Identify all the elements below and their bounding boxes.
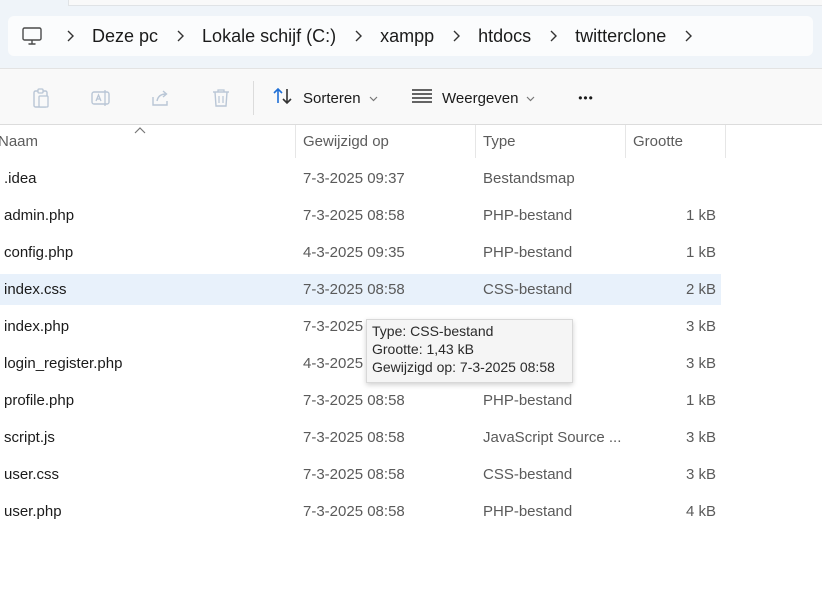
column-divider[interactable]	[475, 125, 476, 158]
file-size: 1 kB	[685, 244, 716, 261]
file-row[interactable]: script.js 7-3-2025 08:58 JavaScript Sour…	[0, 422, 822, 459]
sort-label: Sorteren	[303, 89, 361, 107]
file-type: JavaScript Source ...	[483, 429, 622, 446]
file-size: 1 kB	[685, 392, 716, 409]
file-modified: 7-3-2025 08:58	[303, 466, 405, 483]
file-size: 3 kB	[685, 318, 716, 335]
file-name: index.css	[4, 281, 67, 298]
file-type: PHP-bestand	[483, 392, 573, 409]
file-name: login_register.php	[4, 355, 123, 372]
breadcrumb-item-deze-pc[interactable]: Deze pc	[84, 16, 166, 56]
chevron-right-icon[interactable]	[674, 16, 702, 56]
column-divider[interactable]	[295, 125, 296, 158]
file-type: PHP-bestand	[483, 503, 573, 520]
column-header-row: Naam Gewijzigd op Type Grootte	[0, 125, 822, 158]
file-name: admin.php	[4, 207, 75, 224]
tab-strip-edge	[68, 0, 822, 6]
more-options-button[interactable]: •••	[572, 81, 600, 115]
paste-icon[interactable]	[21, 81, 61, 115]
chevron-down-icon	[369, 89, 378, 107]
address-bar[interactable]: Deze pc Lokale schijf (C:) xampp htdocs …	[8, 16, 813, 56]
chevron-right-icon[interactable]	[56, 16, 84, 56]
computer-icon[interactable]	[8, 16, 56, 56]
sort-arrows-icon	[272, 86, 294, 111]
title-area: Deze pc Lokale schijf (C:) xampp htdocs …	[0, 0, 822, 68]
file-size: 4 kB	[685, 503, 716, 520]
file-row[interactable]: profile.php 7-3-2025 08:58 PHP-bestand 1…	[0, 385, 822, 422]
column-header-size[interactable]: Grootte	[633, 125, 723, 158]
file-modified: 7-3-2025 09:37	[303, 170, 405, 187]
breadcrumb-item-lokale-schijf[interactable]: Lokale schijf (C:)	[194, 16, 344, 56]
column-header-modified[interactable]: Gewijzigd op	[303, 125, 473, 158]
file-size: 2 kB	[685, 281, 716, 298]
file-name: profile.php	[4, 392, 75, 409]
file-modified: 7-3-2025 08:58	[303, 281, 405, 298]
file-modified: 7-3-2025 08:58	[303, 207, 405, 224]
view-lines-icon	[411, 88, 433, 109]
delete-icon[interactable]	[201, 81, 241, 115]
file-row[interactable]: user.php 7-3-2025 08:58 PHP-bestand 4 kB	[0, 496, 822, 533]
file-modified: 7-3-2025 08:58	[303, 392, 405, 409]
column-divider[interactable]	[725, 125, 726, 158]
tooltip-modified: Gewijzigd op: 7-3-2025 08:58	[372, 359, 555, 375]
chevron-right-icon[interactable]	[166, 16, 194, 56]
column-divider[interactable]	[625, 125, 626, 158]
file-name: config.php	[4, 244, 74, 261]
file-type: CSS-bestand	[483, 281, 573, 298]
file-modified: 7-3-2025	[303, 318, 364, 335]
file-size: 3 kB	[685, 429, 716, 446]
chevron-right-icon[interactable]	[442, 16, 470, 56]
file-size: 3 kB	[685, 466, 716, 483]
tooltip-size: Grootte: 1,43 kB	[372, 341, 474, 357]
file-name: user.php	[4, 503, 62, 520]
view-button[interactable]: Weergeven	[411, 81, 535, 115]
file-modified: 4-3-2025	[303, 355, 364, 372]
breadcrumb-item-xampp[interactable]: xampp	[372, 16, 442, 56]
file-size: 1 kB	[685, 207, 716, 224]
file-info-tooltip: Type: CSS-bestand Grootte: 1,43 kB Gewij…	[366, 319, 573, 383]
more-options-icon: •••	[578, 91, 594, 105]
column-header-type[interactable]: Type	[483, 125, 623, 158]
file-row[interactable]: admin.php 7-3-2025 08:58 PHP-bestand 1 k…	[0, 200, 822, 237]
command-bar: Sorteren Weergeven •••	[0, 68, 822, 125]
file-size: 3 kB	[685, 355, 716, 372]
file-row[interactable]: config.php 4-3-2025 09:35 PHP-bestand 1 …	[0, 237, 822, 274]
file-type: CSS-bestand	[483, 466, 573, 483]
chevron-down-icon	[526, 89, 535, 107]
file-name: .idea	[4, 170, 37, 187]
file-row-hovered[interactable]: index.css 7-3-2025 08:58 CSS-bestand 2 k…	[0, 274, 822, 311]
view-label: Weergeven	[442, 89, 519, 107]
file-type: Bestandsmap	[483, 170, 575, 187]
sort-button[interactable]: Sorteren	[272, 81, 378, 115]
file-row[interactable]: user.css 7-3-2025 08:58 CSS-bestand 3 kB	[0, 459, 822, 496]
breadcrumb-item-twitterclone[interactable]: twitterclone	[567, 16, 674, 56]
chevron-right-icon[interactable]	[539, 16, 567, 56]
tooltip-type: Type: CSS-bestand	[372, 323, 494, 339]
rename-icon[interactable]	[81, 81, 121, 115]
chevron-right-icon[interactable]	[344, 16, 372, 56]
file-row[interactable]: .idea 7-3-2025 09:37 Bestandsmap	[0, 163, 822, 200]
file-modified: 7-3-2025 08:58	[303, 503, 405, 520]
file-name: script.js	[4, 429, 55, 446]
file-modified: 7-3-2025 08:58	[303, 429, 405, 446]
file-name: index.php	[4, 318, 70, 335]
breadcrumb-item-htdocs[interactable]: htdocs	[470, 16, 539, 56]
file-name: user.css	[4, 466, 60, 483]
share-icon[interactable]	[141, 81, 181, 115]
file-modified: 4-3-2025 09:35	[303, 244, 405, 261]
file-type: PHP-bestand	[483, 207, 573, 224]
column-header-name[interactable]: Naam	[0, 125, 294, 158]
toolbar-separator	[253, 81, 254, 115]
file-type: PHP-bestand	[483, 244, 573, 261]
